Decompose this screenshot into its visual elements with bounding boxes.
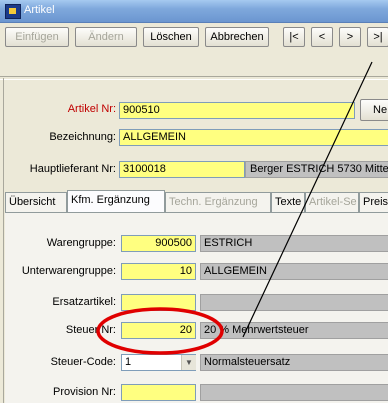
next-record-button[interactable]: > [339, 27, 361, 47]
hauptlieferant-label: Hauptlieferant Nr: [29, 163, 116, 175]
tab-artikel-se[interactable]: Artikel-Se [305, 192, 359, 212]
warengruppe-text: ESTRICH [200, 235, 388, 252]
last-record-button[interactable]: >| [367, 27, 388, 47]
tab-label: Techn. Ergänzung [169, 196, 258, 208]
steuer-code-value: 1 [125, 356, 132, 368]
tab-strip: Übersicht Kfm. Ergänzung Techn. Ergänzun… [5, 190, 388, 212]
unterwarengruppe-field[interactable]: 10 [121, 263, 196, 280]
bezeichnung-label: Bezeichnung: [49, 131, 116, 143]
toolbar-divider [0, 76, 388, 80]
warengruppe-field[interactable]: 900500 [121, 235, 196, 252]
hauptlieferant-field[interactable]: 3100018 [119, 161, 245, 178]
hauptlieferant-name: Berger ESTRICH 5730 Mitte [245, 161, 388, 178]
tab-preise[interactable]: Preise [359, 192, 388, 212]
ersatzartikel-text [200, 294, 388, 311]
panel-edge [0, 78, 4, 403]
ersatzartikel-field[interactable] [121, 294, 196, 311]
artikel-nr-field[interactable]: 900510 [119, 102, 355, 119]
provision-text [200, 384, 388, 401]
tab-uebersicht[interactable]: Übersicht [5, 192, 67, 212]
provision-field[interactable] [121, 384, 196, 401]
steuer-code-label: Steuer-Code: [50, 356, 116, 368]
tab-texte[interactable]: Texte [271, 192, 305, 212]
tab-kfm-ergaenzung[interactable]: Kfm. Ergänzung [67, 190, 165, 212]
previous-record-button[interactable]: < [311, 27, 333, 47]
tab-label: Kfm. Ergänzung [71, 194, 150, 206]
warengruppe-label: Warengruppe: [46, 237, 116, 249]
provision-label: Provision Nr: [53, 386, 116, 398]
new-article-button[interactable]: Ne [360, 99, 388, 121]
first-record-button[interactable]: |< [283, 27, 305, 47]
change-button[interactable]: Ändern [75, 27, 137, 47]
insert-button[interactable]: Einfügen [5, 27, 69, 47]
toolbar: Einfügen Ändern Löschen Abbrechen |< < >… [0, 23, 388, 53]
steuer-code-text: Normalsteuersatz [200, 354, 388, 371]
artikel-nr-label: Artikel Nr: [67, 103, 116, 115]
ersatzartikel-label: Ersatzartikel: [52, 296, 116, 308]
cancel-button[interactable]: Abbrechen [205, 27, 269, 47]
unterwarengruppe-text: ALLGEMEIN [200, 263, 388, 280]
title-bar: Artikel [0, 0, 388, 23]
steuer-nr-label: Steuer Nr: [65, 324, 116, 336]
steuer-nr-text: 20 % Mehrwertsteuer [200, 322, 388, 339]
window-title: Artikel [24, 4, 55, 16]
artikel-window: Artikel Einfügen Ändern Löschen Abbreche… [0, 0, 388, 403]
bezeichnung-field[interactable]: ALLGEMEIN [119, 129, 388, 146]
unterwarengruppe-label: Unterwarengruppe: [21, 265, 116, 277]
delete-button[interactable]: Löschen [143, 27, 199, 47]
tab-label: Artikel-Se [309, 196, 357, 208]
chevron-down-icon[interactable]: ▼ [181, 355, 196, 370]
steuer-nr-field[interactable]: 20 [121, 322, 196, 339]
tab-label: Texte [275, 196, 302, 208]
tab-label: Übersicht [9, 196, 56, 208]
tab-label: Preise [363, 196, 388, 208]
app-icon [5, 4, 21, 19]
tab-techn-ergaenzung[interactable]: Techn. Ergänzung [165, 192, 271, 212]
